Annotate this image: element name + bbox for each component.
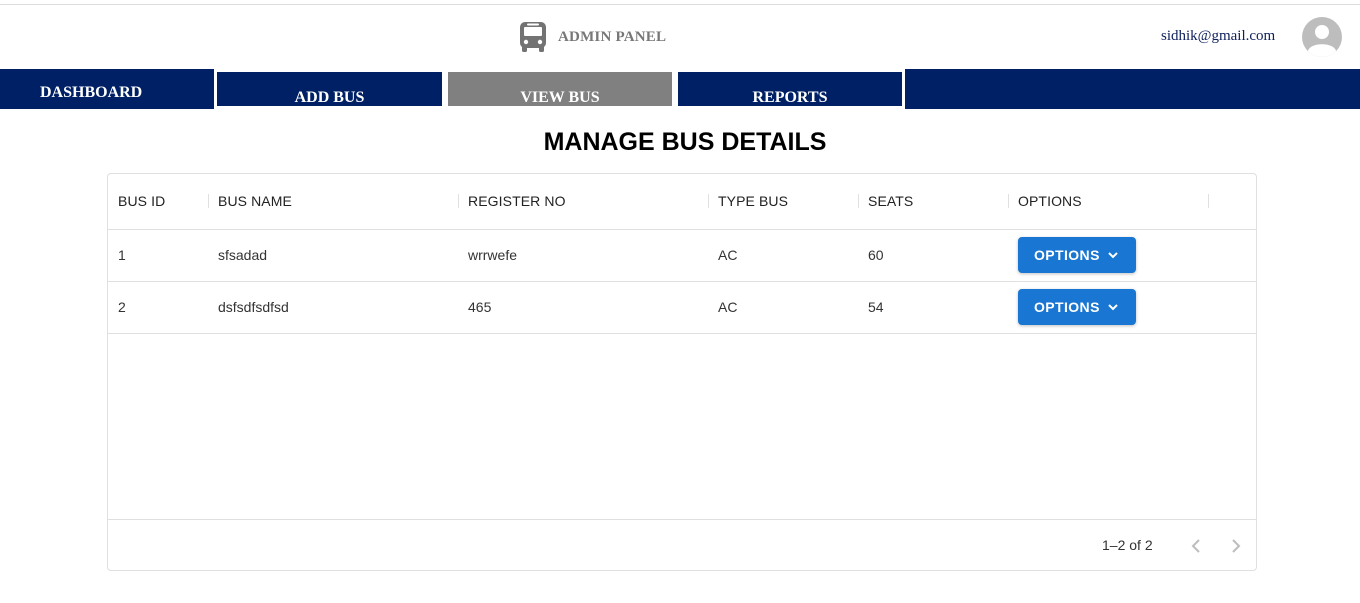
table-row[interactable]: 1 sfsadad wrrwefe AC 60 OPTIONS: [108, 230, 1256, 282]
bus-table: BUS ID BUS NAME REGISTER NO TYPE BUS SEA…: [107, 173, 1257, 571]
chevron-left-icon: [1191, 539, 1200, 553]
nav-filler: [905, 69, 1360, 109]
options-button-label: OPTIONS: [1034, 299, 1100, 315]
options-button[interactable]: OPTIONS: [1018, 289, 1136, 325]
cell-bus-id: 1: [118, 247, 126, 263]
cell-type-bus: AC: [718, 247, 738, 263]
previous-page-button[interactable]: [1184, 534, 1208, 558]
table-row[interactable]: 2 dsfsdfsdfsd 465 AC 54 OPTIONS: [108, 282, 1256, 334]
nav-add-bus[interactable]: ADD BUS: [217, 72, 442, 106]
column-separator[interactable]: [1208, 194, 1209, 208]
options-button[interactable]: OPTIONS: [1018, 237, 1136, 273]
page-title: MANAGE BUS DETAILS: [543, 128, 827, 156]
nav-view-bus-label: VIEW BUS: [520, 89, 600, 106]
cell-type-bus: AC: [718, 299, 738, 315]
user-email: sidhik@gmail.com: [1161, 28, 1276, 44]
nav-view-bus[interactable]: VIEW BUS: [448, 72, 672, 106]
nav-add-bus-label: ADD BUS: [294, 89, 365, 106]
options-button-label: OPTIONS: [1034, 247, 1100, 263]
table-footer: 1–2 of 2: [108, 519, 1256, 571]
column-header-seats[interactable]: SEATS: [868, 193, 913, 209]
cell-register-no: 465: [468, 299, 492, 315]
nav-reports-label: REPORTS: [752, 89, 828, 106]
table-header: BUS ID BUS NAME REGISTER NO TYPE BUS SEA…: [108, 174, 1256, 230]
column-header-type-bus[interactable]: TYPE BUS: [718, 193, 788, 209]
column-separator[interactable]: [1008, 194, 1009, 208]
person-icon: [1308, 25, 1336, 57]
cell-seats: 54: [868, 299, 884, 315]
column-separator[interactable]: [208, 194, 209, 208]
column-header-bus-name[interactable]: BUS NAME: [218, 193, 292, 209]
chevron-down-icon: [1108, 304, 1118, 311]
column-header-register-no[interactable]: REGISTER NO: [468, 193, 566, 209]
cell-bus-id: 2: [118, 299, 126, 315]
app-title: ADMIN PANEL: [558, 28, 667, 45]
chevron-right-icon: [1232, 539, 1241, 553]
column-separator[interactable]: [858, 194, 859, 208]
main-nav: DASHBOARD ADD BUS VIEW BUS REPORTS: [0, 69, 1360, 109]
nav-reports[interactable]: REPORTS: [678, 72, 902, 106]
brand: ADMIN PANEL: [518, 20, 666, 54]
pagination-text: 1–2 of 2: [1102, 537, 1153, 553]
column-header-bus-id[interactable]: BUS ID: [118, 193, 165, 209]
nav-dashboard-label: DASHBOARD: [40, 84, 143, 101]
cell-seats: 60: [868, 247, 884, 263]
nav-dashboard[interactable]: DASHBOARD: [0, 69, 214, 109]
cell-bus-name: sfsadad: [218, 247, 268, 263]
column-header-options[interactable]: OPTIONS: [1018, 193, 1082, 209]
cell-register-no: wrrwefe: [468, 247, 518, 263]
chevron-down-icon: [1108, 252, 1118, 259]
app-header: ADMIN PANEL sidhik@gmail.com: [0, 5, 1360, 69]
column-separator[interactable]: [708, 194, 709, 208]
cell-bus-name: dsfsdfsdfsd: [218, 299, 289, 315]
next-page-button[interactable]: [1224, 534, 1248, 558]
avatar[interactable]: [1302, 17, 1342, 57]
column-separator[interactable]: [458, 194, 459, 208]
bus-icon: [520, 22, 546, 52]
